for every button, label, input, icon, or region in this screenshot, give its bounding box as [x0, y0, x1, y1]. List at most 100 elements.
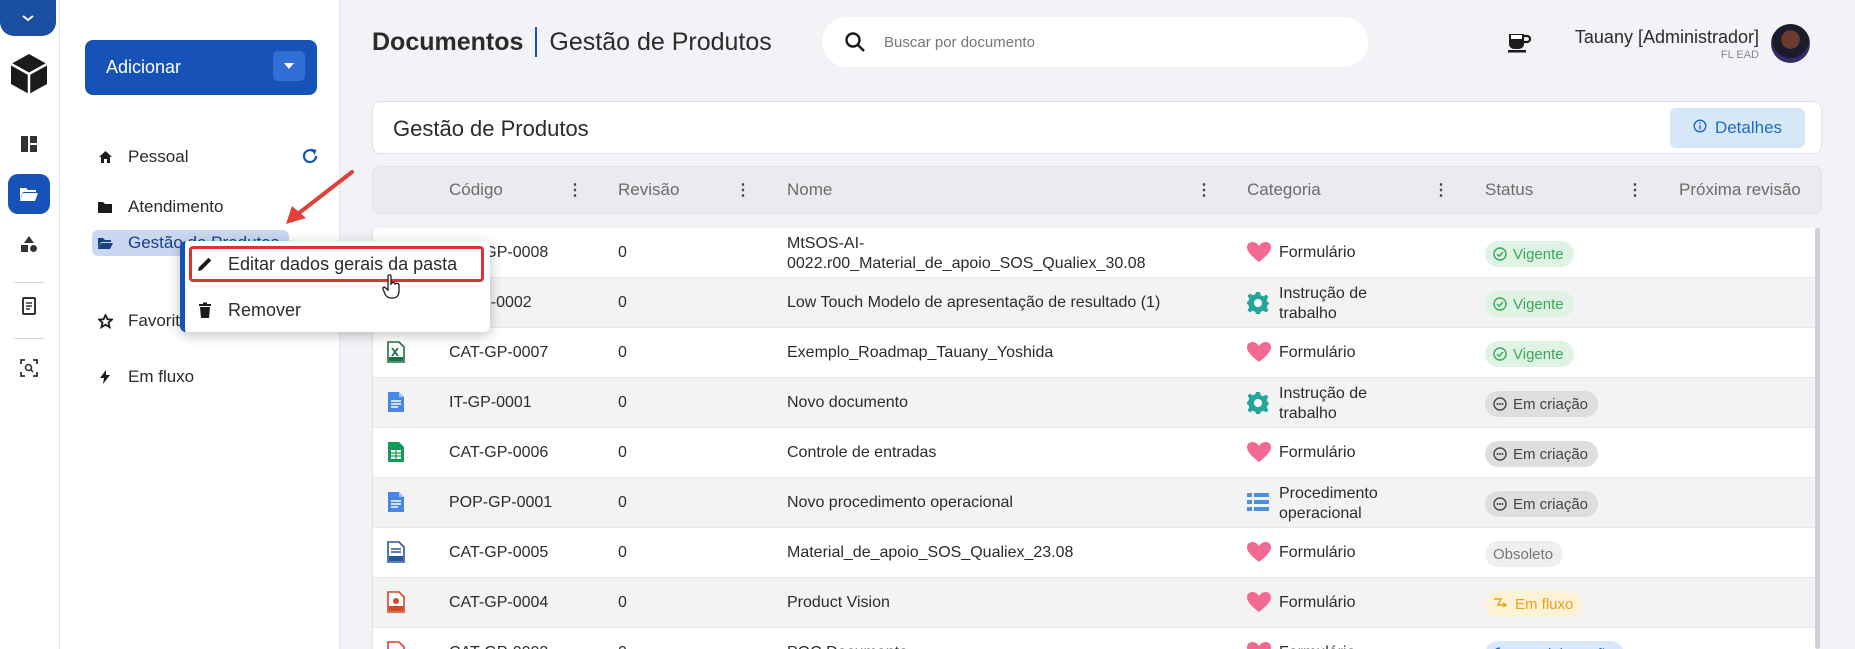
- dots-circle-icon: [1493, 497, 1507, 511]
- status-label: Vigente: [1513, 295, 1564, 313]
- add-button[interactable]: Adicionar: [85, 40, 317, 95]
- status-badge: Vigente: [1485, 241, 1574, 267]
- status-label: Obsoleto: [1493, 545, 1554, 563]
- column-header-codigo[interactable]: Código: [449, 180, 503, 200]
- pptx-icon: [387, 591, 405, 618]
- panel-title: Gestão de Produtos: [393, 116, 589, 141]
- scan-nav[interactable]: [8, 348, 50, 388]
- status-label: Vigente: [1513, 245, 1564, 263]
- status-label: Em criação: [1513, 445, 1589, 463]
- rail-collapse-button[interactable]: [0, 0, 56, 36]
- edit-folder-menu-item[interactable]: Editar dados gerais da pasta: [195, 247, 457, 281]
- check-circle-icon: [1493, 347, 1507, 361]
- table-row[interactable]: POP-GP-0001 0 Novo procedimento operaciona…: [373, 478, 1818, 528]
- column-header-status[interactable]: Status: [1485, 180, 1533, 200]
- document-name[interactable]: Exemplo_Roadmap_Tauany_Yoshida: [787, 343, 1053, 362]
- document-name[interactable]: Novo procedimento operacional: [787, 493, 1013, 512]
- scan-search-icon: [20, 359, 38, 377]
- column-menu-icon[interactable]: ⋮: [1627, 180, 1643, 200]
- table-row[interactable]: IT-GP-0002 0 Low Touch Modelo de apresenta…: [373, 278, 1818, 328]
- table-row[interactable]: CAT-GP-0008 0 MtSOS-AI- 0022.r00_Material_d…: [373, 228, 1818, 278]
- docs-icon: [387, 391, 405, 418]
- dashboard-icon: [21, 136, 37, 152]
- sidebar-item-em-fluxo[interactable]: Em fluxo: [96, 364, 194, 390]
- document-category: Instrução de: [1279, 385, 1368, 402]
- column-header-nome[interactable]: Nome: [787, 180, 832, 200]
- sheets-icon: [387, 441, 405, 468]
- document-revision: 0: [618, 594, 627, 611]
- caret-down-icon: [284, 63, 294, 69]
- column-menu-icon[interactable]: ⋮: [735, 180, 751, 200]
- column-header-categoria[interactable]: Categoria: [1247, 180, 1321, 200]
- document-name[interactable]: Novo documento: [787, 393, 908, 412]
- user-name[interactable]: Tauany [Administrador]: [1575, 27, 1759, 48]
- table-row[interactable]: CAT-GP-0005 0 Material_de_apoio_SOS_Qualie…: [373, 528, 1818, 578]
- documents-nav[interactable]: [8, 174, 50, 214]
- document-category-cont: trabalho: [1279, 405, 1337, 422]
- document-name[interactable]: Material_de_apoio_SOS_Qualiex_23.08: [787, 543, 1073, 562]
- document-list-icon: [22, 297, 36, 315]
- document-name[interactable]: MtSOS-AI-: [787, 234, 864, 253]
- document-category: Instrução de: [1279, 285, 1368, 302]
- document-category-cont: operacional: [1279, 505, 1362, 522]
- hand-cursor-icon: [382, 274, 400, 299]
- add-dropdown-button[interactable]: [273, 51, 305, 81]
- dashboard-nav[interactable]: [8, 124, 50, 164]
- status-badge: Vigente: [1485, 291, 1574, 317]
- dots-circle-icon: [1493, 397, 1507, 411]
- remove-folder-menu-item[interactable]: Remover: [195, 293, 301, 327]
- document-code: CAT-GP-0007: [449, 344, 549, 361]
- column-header-proxima-revisao[interactable]: Próxima revisão: [1679, 180, 1801, 200]
- sidebar-item-atendimento[interactable]: Atendimento: [96, 194, 223, 220]
- document-category: Formulário: [1279, 594, 1356, 611]
- info-icon: [1693, 118, 1707, 138]
- column-menu-icon[interactable]: ⋮: [1433, 180, 1449, 200]
- details-button[interactable]: Detalhes: [1670, 108, 1805, 148]
- table-scrollbar[interactable]: [1815, 228, 1820, 649]
- sidebar-item-pessoal[interactable]: Pessoal: [96, 144, 188, 170]
- document-code: CAT-GP-0003: [449, 643, 548, 649]
- status-badge: Obsoleto: [1485, 541, 1564, 567]
- document-name[interactable]: Low Touch Modelo de apresentação de resu…: [787, 293, 1160, 312]
- document-name[interactable]: POC Documento: [787, 643, 908, 649]
- home-icon: [96, 150, 114, 164]
- avatar[interactable]: [1771, 24, 1810, 63]
- document-revision: 0: [618, 344, 627, 361]
- search-input[interactable]: Buscar por documento: [822, 17, 1368, 67]
- document-name[interactable]: Product Vision: [787, 593, 890, 612]
- app-logo[interactable]: [8, 54, 50, 94]
- reports-nav[interactable]: [8, 286, 50, 326]
- table-row[interactable]: CAT-GP-0003 0 POC Documento Formulário Em el…: [373, 628, 1818, 649]
- column-menu-icon[interactable]: ⋮: [1196, 180, 1212, 200]
- table-row[interactable]: CAT-GP-0006 0 Controle de entradas Formulár…: [373, 428, 1818, 478]
- column-menu-icon[interactable]: ⋮: [567, 180, 583, 200]
- heart-icon: [1246, 241, 1272, 268]
- coffee-icon[interactable]: [1506, 30, 1532, 59]
- docx-icon: [387, 541, 405, 568]
- menu-item-label: Remover: [228, 299, 302, 320]
- trash-icon: [195, 302, 215, 319]
- status-label: Em criação: [1513, 395, 1589, 413]
- document-name-cont: 0022.r00_Material_de_apoio_SOS_Qualiex_3…: [787, 255, 1146, 272]
- gear-icon: [1246, 391, 1270, 420]
- dots-circle-icon: [1493, 447, 1507, 461]
- document-name[interactable]: Controle de entradas: [787, 443, 936, 462]
- column-header-revisao[interactable]: Revisão: [618, 180, 679, 200]
- table-row[interactable]: CAT-GP-0004 0 Product Vision Formulário Em f…: [373, 578, 1818, 628]
- document-revision: 0: [618, 494, 627, 511]
- folder-open-icon: [96, 237, 114, 250]
- search-icon: [845, 32, 865, 52]
- heart-icon: [1246, 341, 1272, 368]
- folder-context-menu: Editar dados gerais da pasta Remover: [180, 241, 490, 332]
- annotation-arrow-icon: [286, 170, 354, 224]
- menu-item-label: Editar dados gerais da pasta: [228, 253, 458, 274]
- document-revision: 0: [618, 544, 627, 561]
- table-row[interactable]: IT-GP-0001 0 Novo documento Instrução de tra…: [373, 378, 1818, 428]
- table-row[interactable]: CAT-GP-0007 0 Exemplo_Roadmap_Tauany_Yoshi…: [373, 328, 1818, 378]
- table-header: Código ⋮ Revisão ⋮ Nome ⋮ Categoria ⋮ St…: [372, 166, 1822, 214]
- search-placeholder: Buscar por documento: [884, 33, 1035, 51]
- folder-icon: [96, 201, 114, 214]
- shapes-nav[interactable]: [8, 224, 50, 264]
- page-title-main: Documentos: [372, 27, 524, 56]
- document-code: CAT-GP-0004: [449, 594, 549, 611]
